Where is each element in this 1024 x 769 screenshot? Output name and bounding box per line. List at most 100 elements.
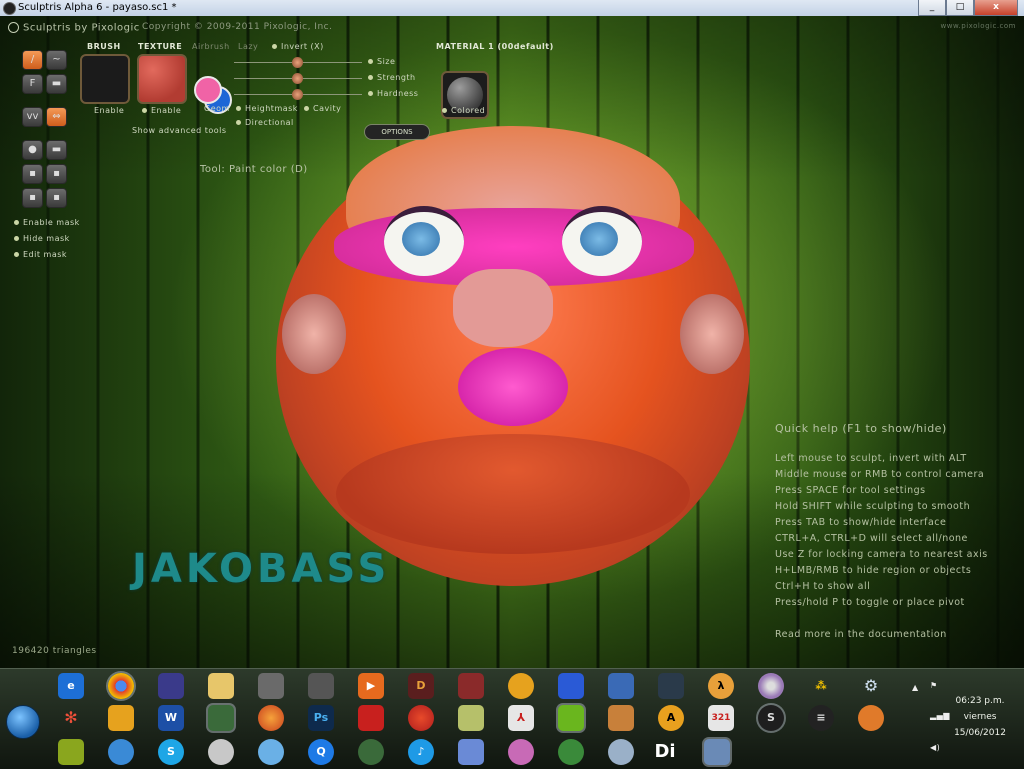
- hide-mask-label: Hide mask: [23, 234, 70, 243]
- game-icon[interactable]: [458, 673, 484, 699]
- quicktime-icon[interactable]: Q: [308, 739, 334, 765]
- grid-d-tool-button[interactable]: ▪: [46, 188, 67, 208]
- pattern-tool-button[interactable]: vv: [22, 107, 43, 127]
- android-icon[interactable]: [358, 739, 384, 765]
- globe-icon[interactable]: ≡: [808, 705, 834, 731]
- game-icon-3[interactable]: [658, 673, 684, 699]
- package-icon[interactable]: [608, 705, 634, 731]
- hide-mask-option[interactable]: Hide mask: [14, 234, 70, 243]
- baseball-icon[interactable]: [858, 705, 884, 731]
- directional-toggle[interactable]: Directional: [236, 118, 294, 127]
- acrobat-icon[interactable]: [358, 705, 384, 731]
- network-icon[interactable]: [208, 705, 234, 731]
- cavity-toggle[interactable]: Cavity: [304, 104, 341, 113]
- fill-tool-button[interactable]: F: [22, 74, 43, 94]
- sphere-tool-button[interactable]: ●: [22, 140, 43, 160]
- colored-toggle[interactable]: Colored: [442, 106, 485, 115]
- ccleaner-icon[interactable]: [408, 705, 434, 731]
- folder-icon[interactable]: [208, 673, 234, 699]
- options-button[interactable]: OPTIONS: [364, 124, 430, 140]
- sculpted-clown-head[interactable]: [276, 126, 750, 586]
- texture-swatch[interactable]: [137, 54, 187, 104]
- minimize-button[interactable]: _: [918, 0, 946, 16]
- size-slider[interactable]: [234, 57, 362, 68]
- lazy-toggle[interactable]: Lazy: [238, 42, 258, 51]
- show-advanced-toggle[interactable]: Show advanced tools: [132, 126, 227, 135]
- start-button[interactable]: [6, 705, 40, 739]
- molecule-icon[interactable]: ✻: [58, 705, 84, 731]
- pdf-icon[interactable]: ⅄: [508, 705, 534, 731]
- mask-paint-tool-button[interactable]: ▬: [46, 74, 67, 94]
- mascot-icon[interactable]: [508, 739, 534, 765]
- primary-color-swatch[interactable]: [194, 76, 222, 104]
- airbrush-toggle[interactable]: Airbrush: [192, 42, 230, 51]
- paint-brush-tool-button[interactable]: /: [22, 50, 43, 70]
- dvd-icon[interactable]: [758, 673, 784, 699]
- chrome-icon[interactable]: [108, 673, 134, 699]
- half-life-icon[interactable]: λ: [708, 673, 734, 699]
- grid-c-tool-button[interactable]: ▪: [22, 188, 43, 208]
- documentation-link[interactable]: Read more in the documentation: [775, 627, 1015, 643]
- left-eye: [384, 206, 464, 276]
- robot-icon[interactable]: [208, 739, 234, 765]
- skype-chat-icon[interactable]: [108, 739, 134, 765]
- winrar-icon[interactable]: [158, 673, 184, 699]
- counter-strike-icon[interactable]: [258, 673, 284, 699]
- pacman-icon[interactable]: [508, 673, 534, 699]
- skype-icon[interactable]: S: [158, 739, 184, 765]
- strength-slider-knob[interactable]: [292, 73, 303, 84]
- volume-icon[interactable]: ◀): [930, 743, 940, 752]
- nvidia-icon[interactable]: [558, 705, 584, 731]
- paint-icon[interactable]: [704, 739, 730, 765]
- di-icon[interactable]: Di: [652, 739, 678, 765]
- itunes-icon[interactable]: ♪: [408, 739, 434, 765]
- sculptris-logo-icon: [8, 22, 19, 33]
- taskbar-clock[interactable]: 06:23 p.m. viernes 15/06/2012: [940, 693, 1020, 741]
- action-center-flag-icon[interactable]: ⚑: [930, 681, 938, 690]
- edit-mask-option[interactable]: Edit mask: [14, 250, 67, 259]
- texture-enable-label: Enable: [151, 106, 182, 115]
- dots-icon[interactable]: ⁂: [808, 673, 834, 699]
- diablo-icon[interactable]: D: [408, 673, 434, 699]
- photoshop-icon[interactable]: Ps: [308, 705, 334, 731]
- avast-icon[interactable]: A: [658, 705, 684, 731]
- game-icon-4[interactable]: [58, 739, 84, 765]
- grid-b-tool-button[interactable]: ▪: [46, 164, 67, 184]
- sculptris-icon[interactable]: S: [758, 705, 784, 731]
- smudge-tool-button[interactable]: ~: [46, 50, 67, 70]
- messenger-icon[interactable]: [258, 739, 284, 765]
- swap-colors-tool-button[interactable]: ⇔: [46, 107, 67, 127]
- heightmask-toggle[interactable]: Heightmask: [236, 104, 298, 113]
- grid-a-tool-button[interactable]: ▪: [22, 164, 43, 184]
- flatten-tool-button[interactable]: ▬: [46, 140, 67, 160]
- hardness-slider[interactable]: [234, 89, 362, 100]
- counter-strike-icon-2[interactable]: [308, 673, 334, 699]
- game-icon-2[interactable]: [608, 673, 634, 699]
- enable-mask-option[interactable]: Enable mask: [14, 218, 80, 227]
- sonic-icon[interactable]: [558, 673, 584, 699]
- sculptris-viewport[interactable]: Sculptris by Pixologic Copyright © 2009-…: [0, 16, 1024, 668]
- strength-slider[interactable]: [234, 73, 362, 84]
- size-slider-knob[interactable]: [292, 57, 303, 68]
- globe-icon-2[interactable]: [458, 739, 484, 765]
- close-button[interactable]: x: [974, 0, 1018, 16]
- webcam-icon[interactable]: [608, 739, 634, 765]
- calendar-icon[interactable]: 321: [708, 705, 734, 731]
- photo-icon[interactable]: [458, 705, 484, 731]
- help-line: CTRL+A, CTRL+D will select all/none: [775, 533, 968, 544]
- puzzle-icon[interactable]: [108, 705, 134, 731]
- firefox-icon[interactable]: [258, 705, 284, 731]
- ie-icon[interactable]: e: [58, 673, 84, 699]
- brush-enable-toggle[interactable]: Enable: [94, 106, 124, 115]
- hardness-slider-knob[interactable]: [292, 89, 303, 100]
- texture-enable-toggle[interactable]: Enable: [142, 106, 181, 115]
- maximize-button[interactable]: □: [946, 0, 974, 16]
- brush-swatch[interactable]: [80, 54, 130, 104]
- invert-toggle[interactable]: Invert (X): [272, 42, 324, 51]
- media-player-icon[interactable]: ▶: [358, 673, 384, 699]
- settings-icon[interactable]: ⚙: [858, 673, 884, 699]
- hardness-text: Hardness: [377, 89, 419, 98]
- globe-icon-3[interactable]: [558, 739, 584, 765]
- show-hidden-icons-icon[interactable]: ▲: [912, 683, 919, 692]
- word-icon[interactable]: W: [158, 705, 184, 731]
